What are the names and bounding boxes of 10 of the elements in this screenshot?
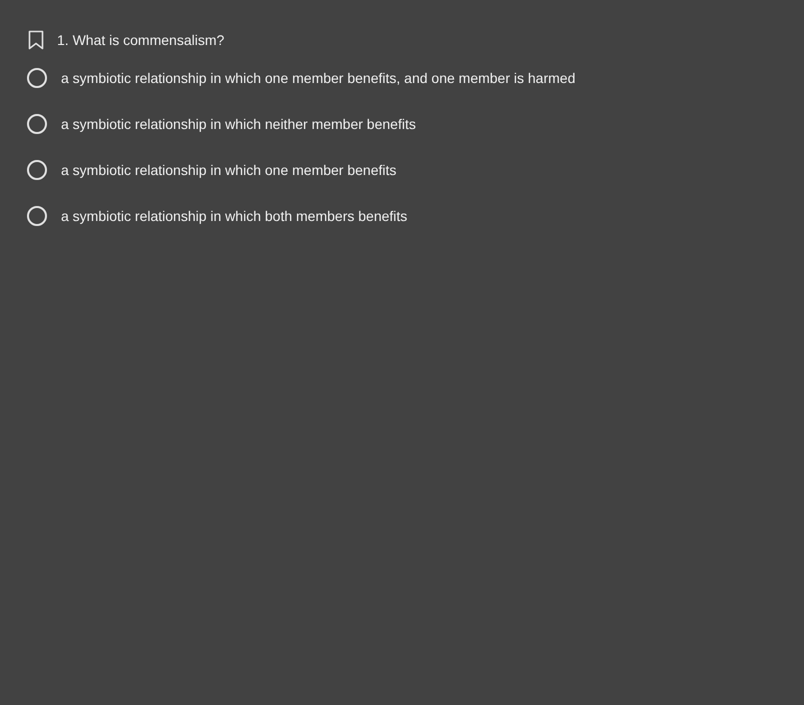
answer-option[interactable]: a symbiotic relationship in which one member benefits, and one member is harmed — [61, 68, 576, 88]
answer-option[interactable]: a symbiotic relationship in which one member benefits — [61, 160, 396, 180]
radio-button[interactable] — [26, 159, 48, 181]
radio-button[interactable] — [26, 205, 48, 227]
answer-option[interactable]: a symbiotic relationship in which both members benefits — [61, 206, 408, 226]
answer-option[interactable]: a symbiotic relationship in which neither member benefits — [61, 114, 416, 134]
radio-button[interactable] — [26, 67, 48, 89]
radio-button[interactable] — [26, 113, 48, 135]
bookmark-icon[interactable] — [28, 30, 44, 50]
question-text: 1. What is commensalism? — [57, 30, 224, 50]
